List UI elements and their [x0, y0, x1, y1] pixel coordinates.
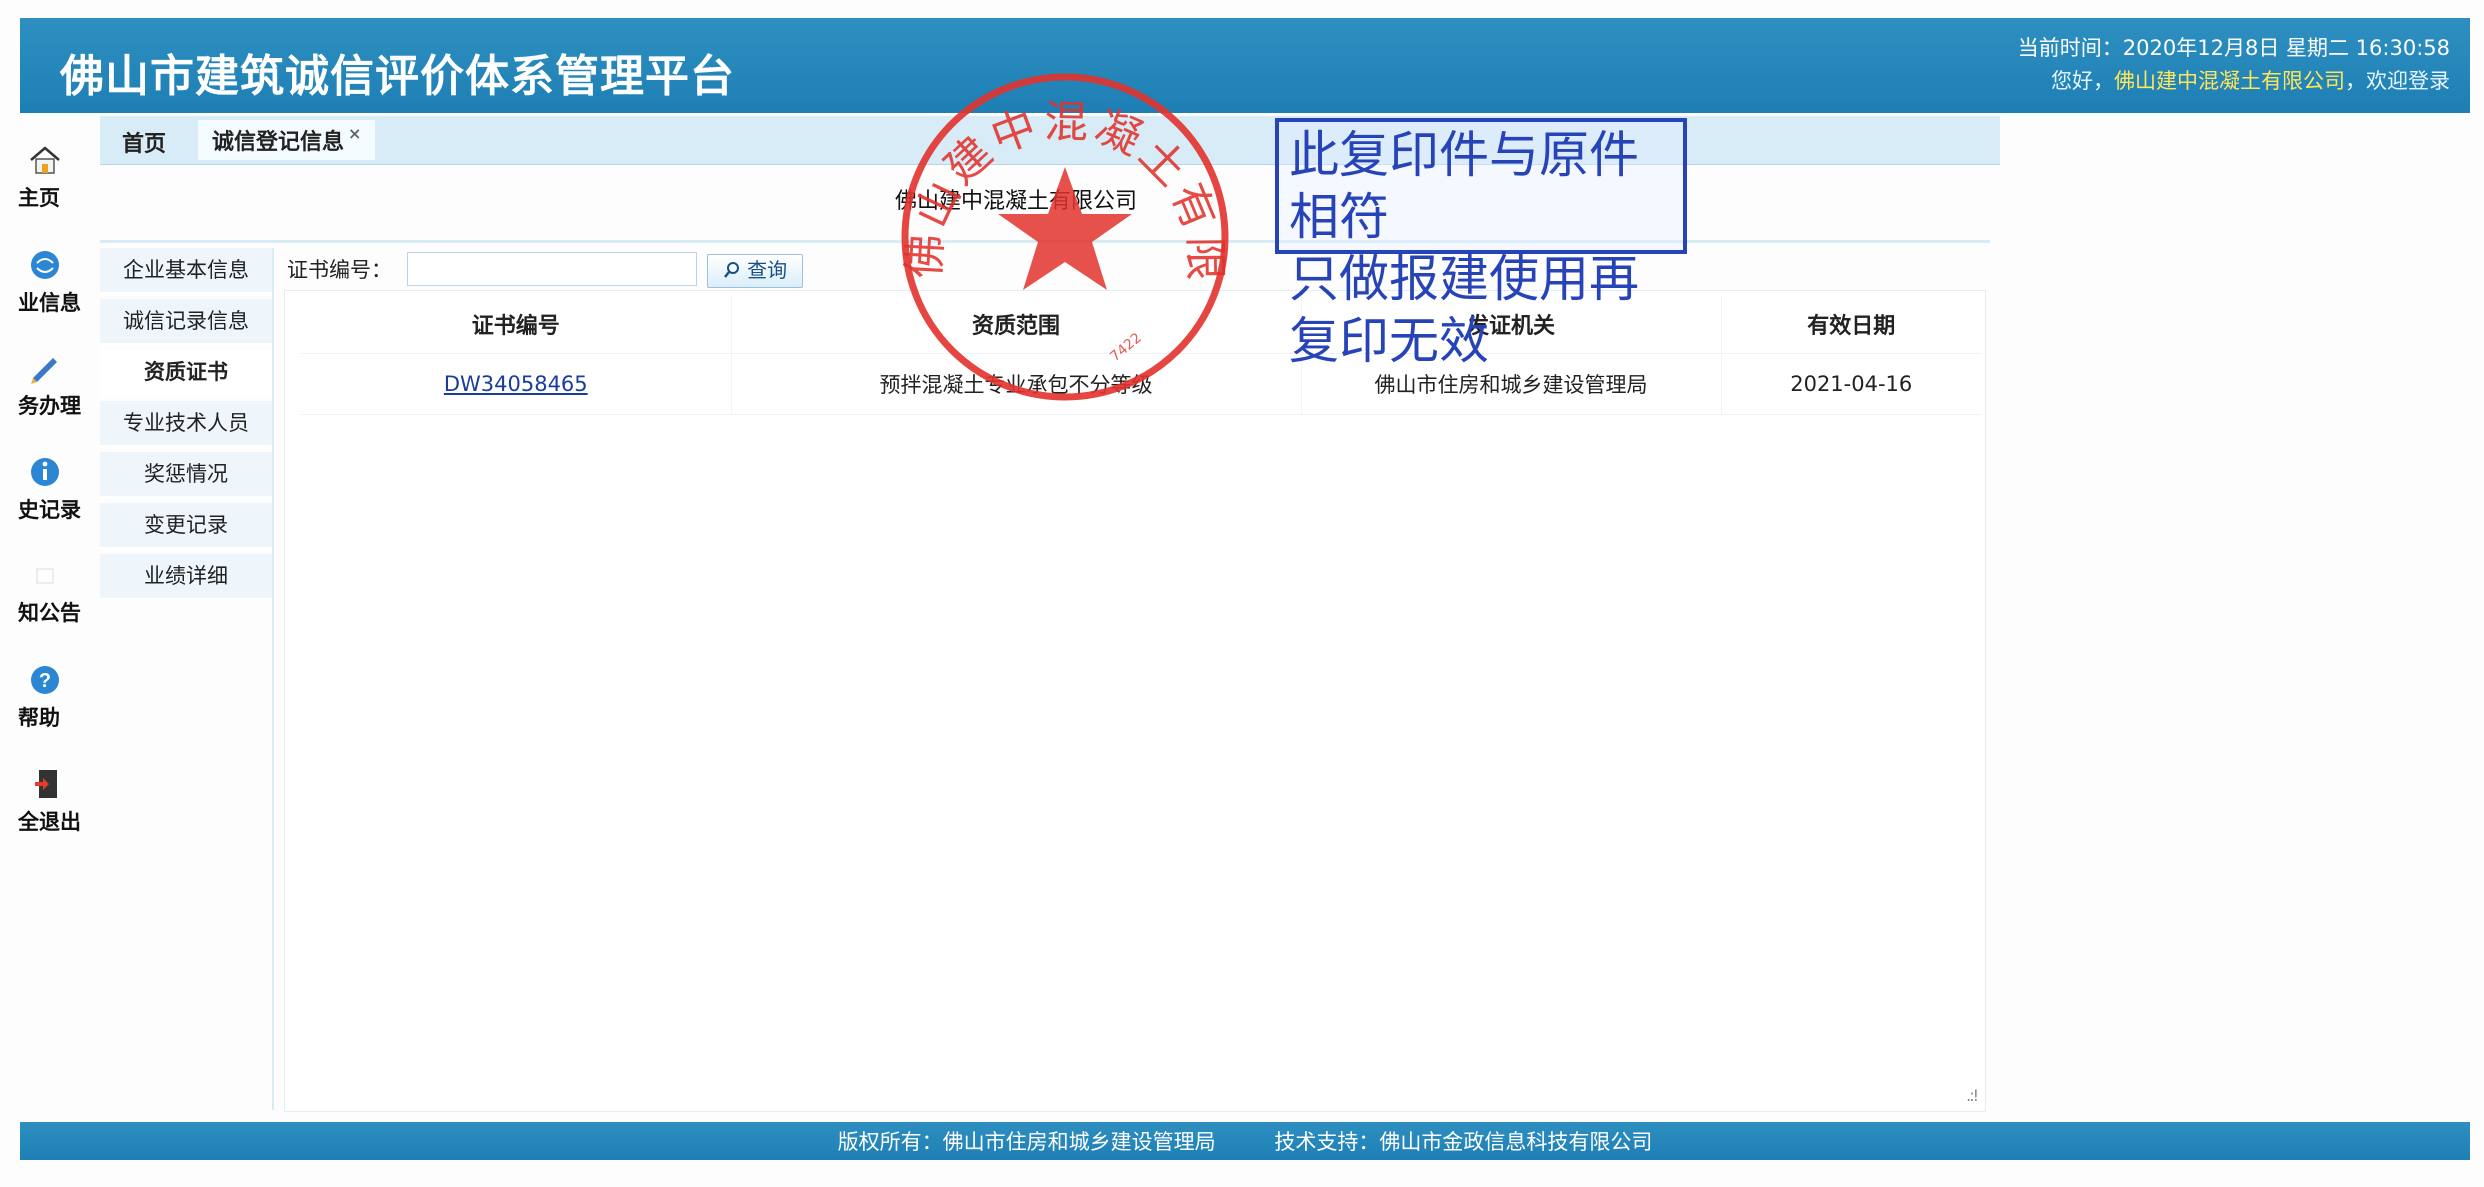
tab-close-icon[interactable]: × [348, 124, 361, 143]
nav-exit[interactable]: 全退出 [0, 764, 90, 836]
menu-enterprise-basic[interactable]: 企业基本信息 [100, 248, 272, 295]
nav-history[interactable]: 史记录 [0, 452, 90, 524]
menu-credit-records[interactable]: 诚信记录信息 [100, 299, 272, 346]
resize-grip-icon[interactable]: .:! [1966, 1086, 1979, 1105]
help-icon: ? [31, 666, 59, 694]
svg-text:7422: 7422 [1107, 330, 1145, 365]
search-icon [723, 262, 739, 278]
menu-rewards-penalties[interactable]: 奖惩情况 [100, 452, 272, 499]
menu-performance-details[interactable]: 业绩详细 [100, 554, 272, 601]
menu-qualification-certificate[interactable]: 资质证书 [100, 350, 272, 397]
tab-credit-registration[interactable]: 诚信登记信息 × [198, 120, 376, 160]
globe-icon [31, 251, 59, 279]
app-header: 佛山市建筑诚信评价体系管理平台 当前时间：2020年12月8日 星期二 16:3… [20, 18, 2470, 113]
column-header: 有效日期 [1720, 295, 1981, 354]
menu-technical-staff[interactable]: 专业技术人员 [100, 401, 272, 448]
search-label: 证书编号： [287, 258, 392, 282]
pencil-icon [31, 358, 57, 384]
nav-notice[interactable]: 知公告 [0, 555, 90, 627]
copy-verification-stamp: 此复印件与原件相符 只做报建使用再复印无效 [1275, 118, 1687, 370]
footer: 版权所有：佛山市住房和城乡建设管理局 技术支持：佛山市金政信息科技有限公司 [20, 1122, 2470, 1160]
nav-business[interactable]: 务办理 [0, 348, 90, 420]
nav-home[interactable]: 主页 [0, 140, 90, 212]
exit-door-icon [35, 770, 57, 798]
certificate-number-input[interactable] [407, 252, 697, 286]
welcome-message: 您好，佛山建中混凝土有限公司，欢迎登录 [2051, 69, 2450, 93]
info-icon [31, 458, 59, 486]
nav-help[interactable]: ? 帮助 [0, 660, 90, 732]
table-cell: 2021-04-16 [1720, 353, 1981, 415]
column-header: 证书编号 [471, 314, 560, 339]
company-seal-stamp: 佛山建中混凝土有限公司 7422 [885, 62, 1229, 401]
results-panel: 证书编号 资质范围 发证机关 有效日期 DW34058465 预拌混凝土专业承包… [284, 290, 1986, 1112]
footer-support: 技术支持：佛山市金政信息科技有限公司 [1274, 1130, 1653, 1154]
header-info: 当前时间：2020年12月8日 星期二 16:30:58 您好，佛山建中混凝土有… [2018, 32, 2450, 98]
home-icon [30, 146, 60, 174]
welcome-company: 佛山建中混凝土有限公司 [2114, 69, 2345, 93]
menu-change-records[interactable]: 变更记录 [100, 503, 272, 550]
table-cell: DW34058465 [301, 353, 731, 415]
certificate-number-link[interactable]: DW34058465 [444, 372, 588, 396]
search-button[interactable]: 查询 [707, 254, 803, 288]
footer-copyright: 版权所有：佛山市住房和城乡建设管理局 [837, 1130, 1216, 1154]
current-time: 当前时间：2020年12月8日 星期二 16:30:58 [2017, 36, 2450, 60]
notice-icon [36, 568, 54, 584]
svg-text:?: ? [39, 670, 51, 692]
app-title: 佛山市建筑诚信评价体系管理平台 [60, 51, 735, 102]
detail-menu: 企业基本信息 诚信记录信息 资质证书 专业技术人员 奖惩情况 变更记录 业绩详细 [100, 248, 274, 1110]
nav-enterprise-info[interactable]: 业信息 [0, 245, 90, 317]
tab-home[interactable]: 首页 [122, 126, 166, 158]
